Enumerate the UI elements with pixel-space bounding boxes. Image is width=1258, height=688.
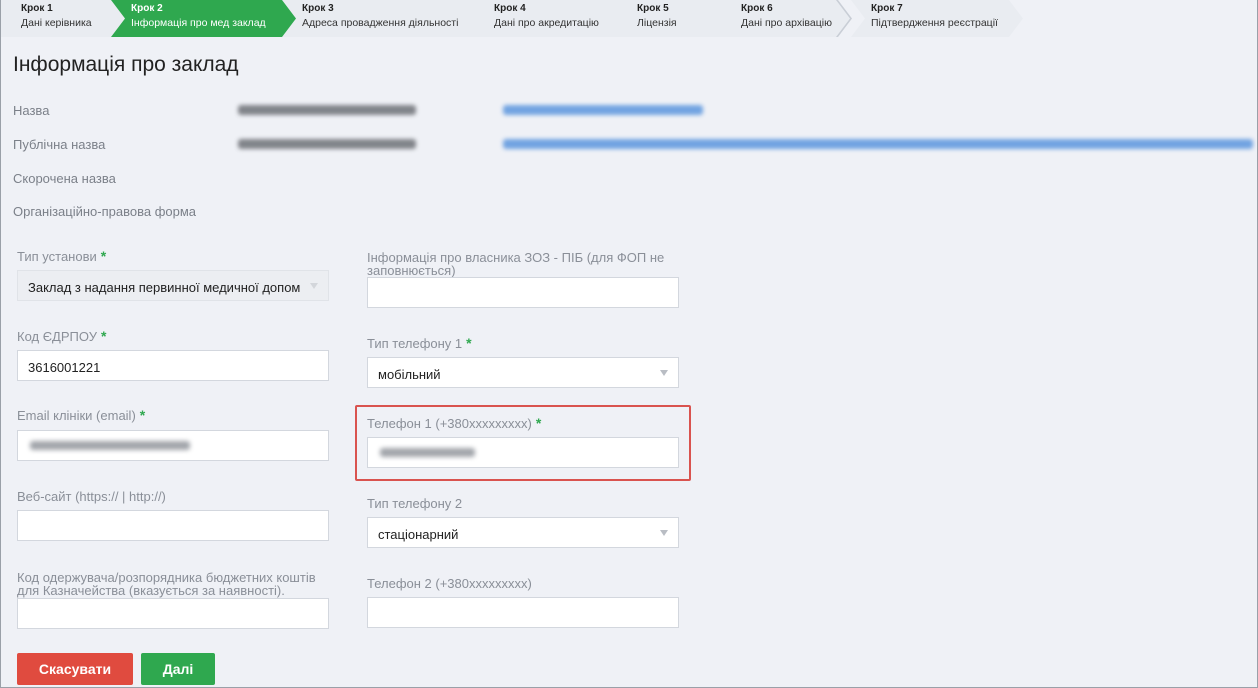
chevron-down-icon — [660, 530, 668, 536]
step-number: Крок 2 — [131, 3, 163, 14]
phone-type-1-select[interactable]: мобільний — [367, 357, 679, 388]
phone-type-2-label: Тип телефону 2 — [367, 496, 463, 511]
redacted-name-link — [503, 105, 703, 115]
step-label: Дані про архівацію — [741, 17, 832, 29]
step-label: Дані керівника — [21, 17, 92, 29]
redacted-name — [238, 105, 416, 115]
page-title: Інформація про заклад — [13, 53, 239, 76]
owner-info-input[interactable] — [367, 277, 679, 308]
step-label: Інформація про мед заклад — [131, 17, 266, 29]
next-button[interactable]: Далі — [141, 653, 215, 685]
edrpou-label: Код ЄДРПОУ * — [17, 328, 107, 344]
email-label: Email клініки (email) * — [17, 407, 146, 423]
public-name-label: Публічна назва — [13, 137, 106, 152]
phone-1-label: Телефон 1 (+380xxxxxxxxx) * — [367, 415, 542, 431]
phone-1-input[interactable] — [367, 437, 679, 468]
redacted-phone — [380, 448, 475, 457]
legal-form-label: Організаційно-правова форма — [13, 204, 197, 219]
step-number: Крок 6 — [741, 3, 773, 14]
step-label: Підтвердження реєстрації — [871, 17, 998, 29]
phone-type-2-select[interactable]: стаціонарний — [367, 517, 679, 548]
edrpou-input[interactable]: 3616001221 — [17, 350, 329, 381]
step-3[interactable]: Крок 3 Адреса провадження діяльності — [282, 0, 495, 37]
treasury-code-input[interactable] — [17, 598, 329, 629]
owner-info-label: Інформація про власника ЗОЗ - ПІБ (для Ф… — [367, 250, 665, 278]
phone-2-input[interactable] — [367, 597, 679, 628]
step-label: Адреса провадження діяльності — [302, 17, 459, 29]
step-number: Крок 4 — [494, 3, 526, 14]
email-input[interactable] — [17, 430, 329, 461]
step-7[interactable]: Крок 7 Підтвердження реєстрації — [851, 0, 1023, 37]
redacted-address-link — [503, 139, 1253, 149]
short-name-label: Скорочена назва — [13, 171, 116, 186]
step-number: Крок 7 — [871, 3, 903, 14]
cancel-button[interactable]: Скасувати — [17, 653, 133, 685]
institution-type-value: Заклад з надання первинної медичної допо… — [28, 280, 301, 295]
treasury-code-label: Код одержувача/розпорядника бюджетних ко… — [17, 570, 316, 598]
step-4[interactable]: Крок 4 Дані про акредитацію — [474, 0, 638, 37]
website-input[interactable] — [17, 510, 329, 541]
phone-type-1-value: мобільний — [378, 367, 441, 382]
institution-type-select[interactable]: Заклад з надання первинної медичної допо… — [17, 270, 329, 301]
step-label: Дані про акредитацію — [494, 17, 599, 29]
redacted-public-name — [238, 139, 416, 149]
phone-type-1-label: Тип телефону 1 * — [367, 335, 472, 351]
step-number: Крок 3 — [302, 3, 334, 14]
institution-type-label: Тип установи * — [17, 248, 107, 264]
wizard-stepper: Крок 1 Дані керівника Крок 2 Інформація … — [1, 0, 1031, 37]
step-1[interactable]: Крок 1 Дані керівника — [1, 0, 125, 37]
chevron-down-icon — [310, 283, 318, 289]
phone-2-label: Телефон 2 (+380xxxxxxxxx) — [367, 576, 532, 591]
name-label: Назва — [13, 103, 50, 118]
step-5[interactable]: Крок 5 Ліцензія — [617, 0, 742, 37]
step-2[interactable]: Крок 2 Інформація про мед заклад — [111, 0, 303, 37]
phone-type-2-value: стаціонарний — [378, 527, 459, 542]
step-label: Ліцензія — [637, 17, 677, 29]
step-6[interactable]: Крок 6 Дані про архівацію — [721, 0, 851, 37]
step-number: Крок 1 — [21, 3, 53, 14]
chevron-down-icon — [660, 370, 668, 376]
redacted-email — [30, 441, 190, 450]
website-label: Веб-сайт (https:// | http://) — [17, 489, 166, 504]
